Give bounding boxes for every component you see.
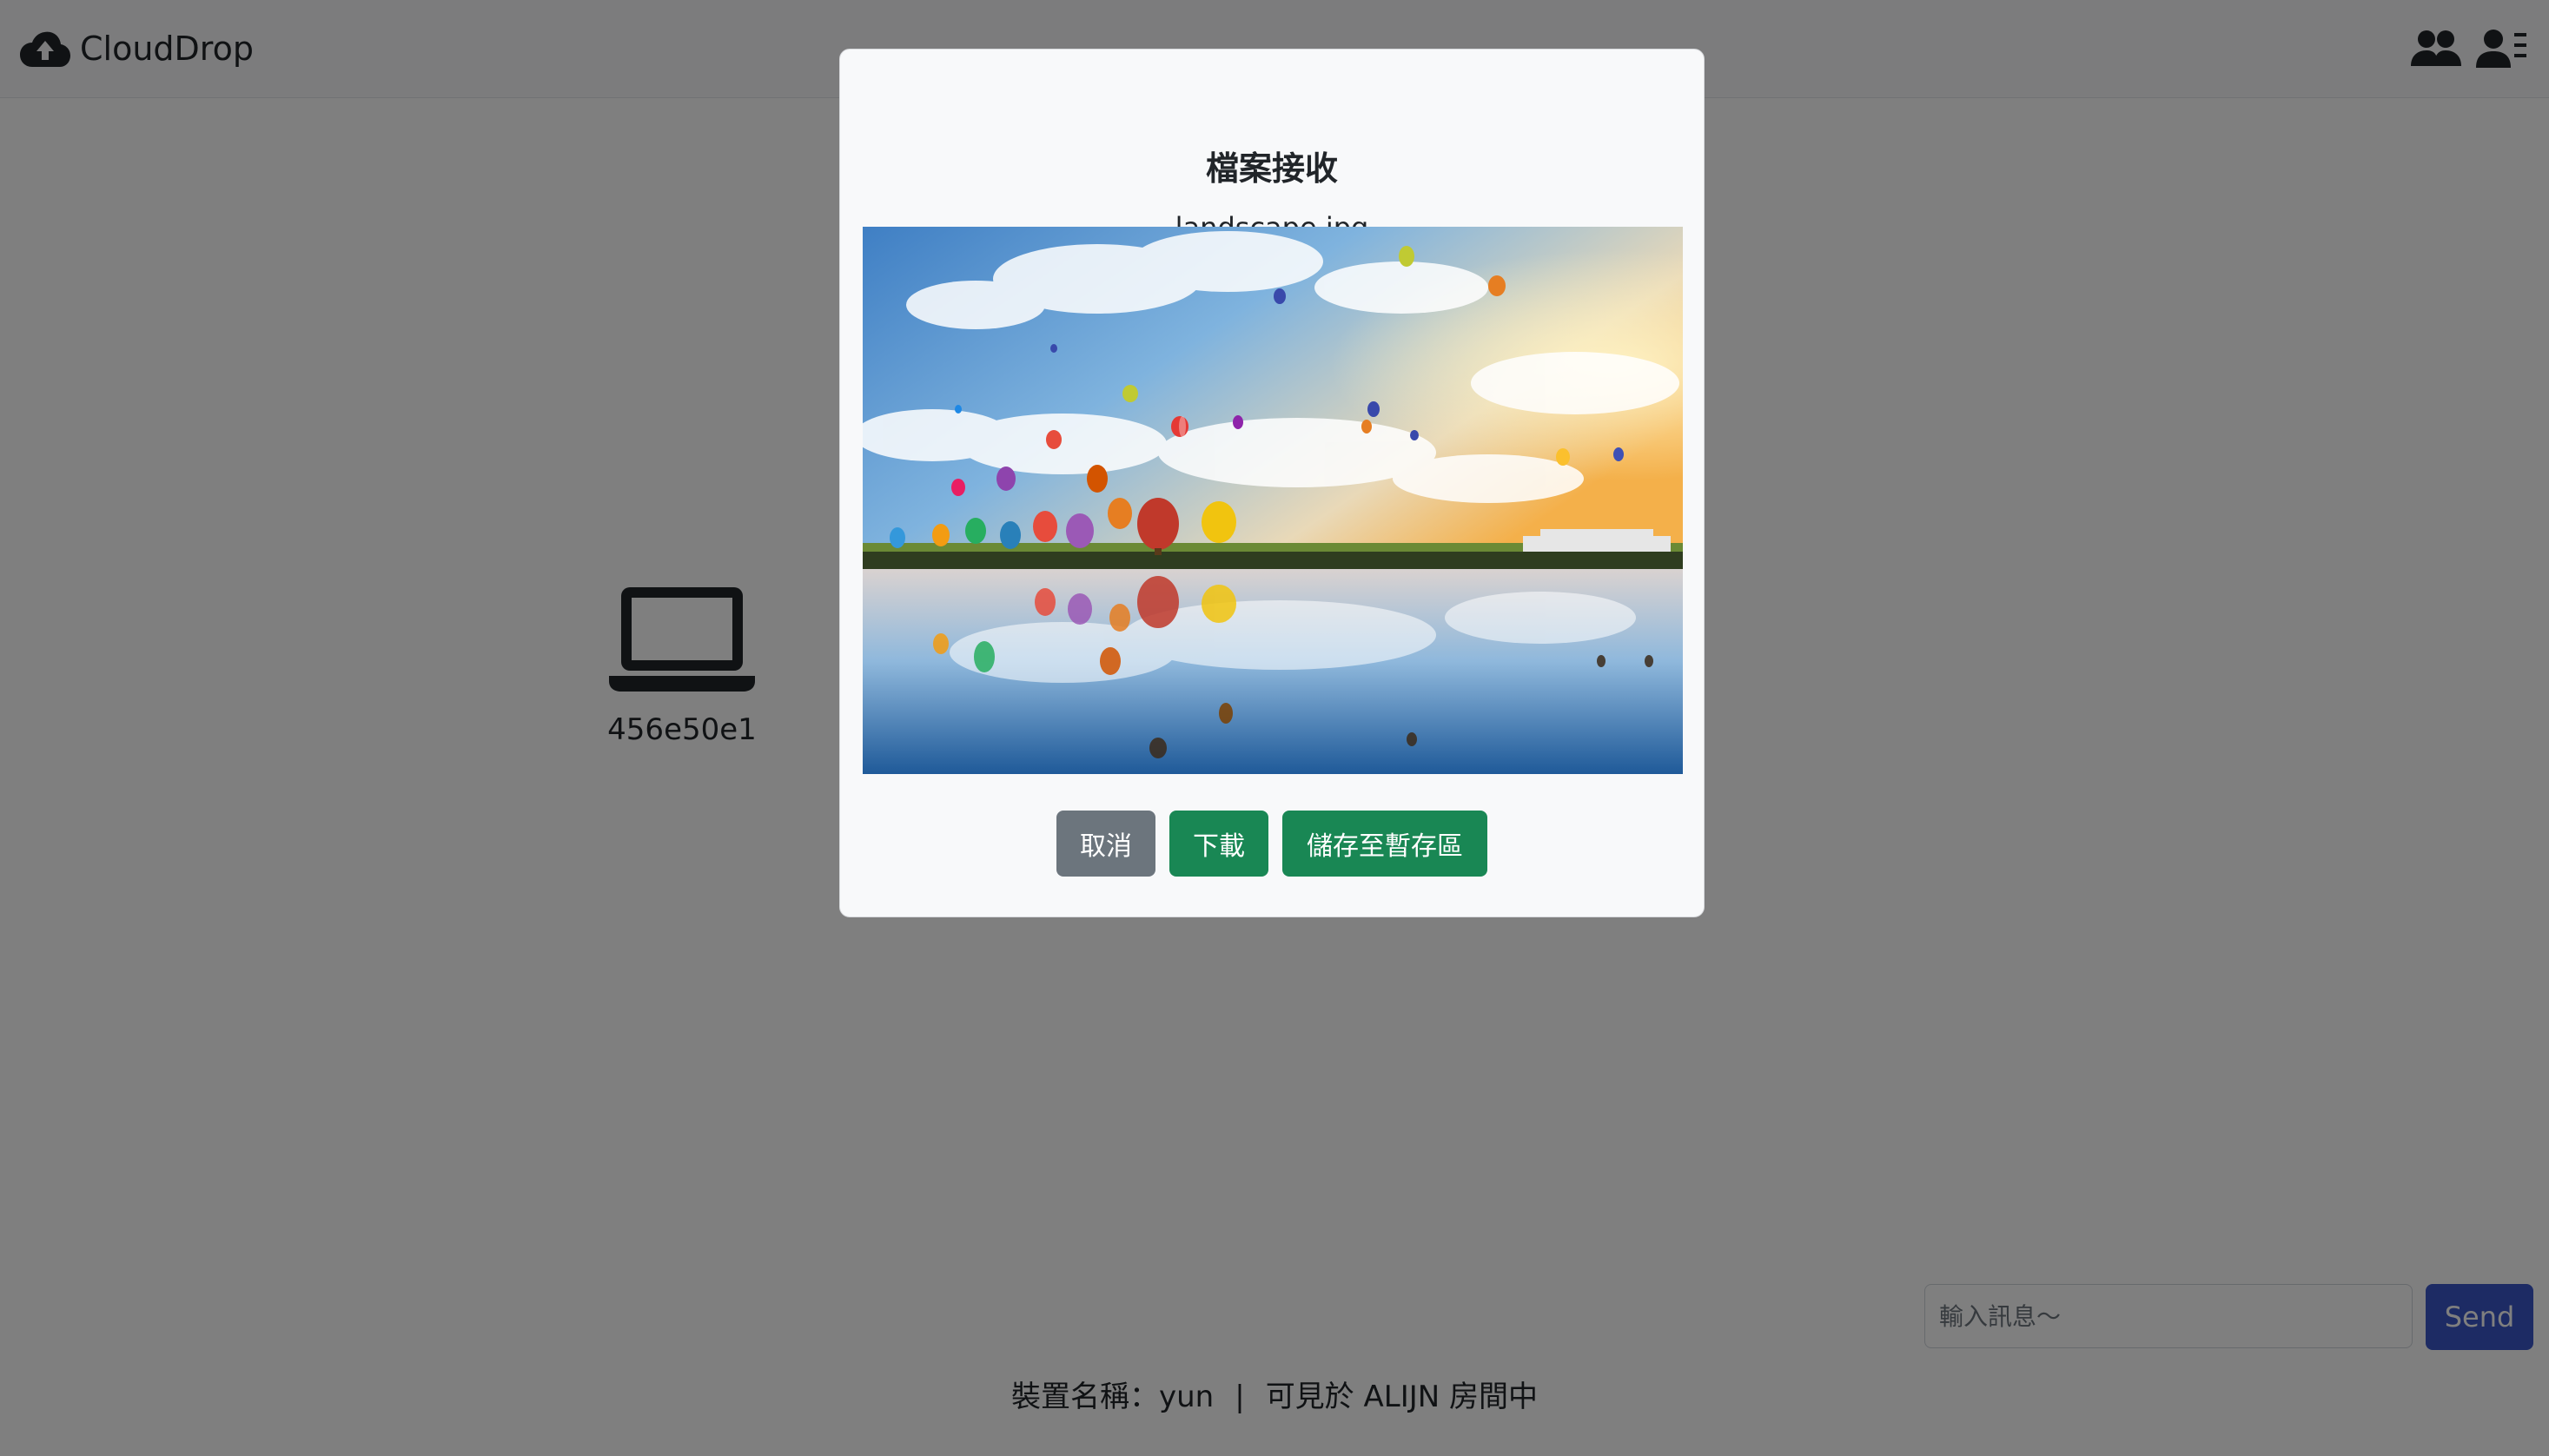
save-to-storage-button[interactable]: 儲存至暫存區 — [1282, 811, 1487, 877]
file-receive-modal: 檔案接收 landscape.jpg — [839, 49, 1705, 917]
cancel-button[interactable]: 取消 — [1056, 811, 1155, 877]
download-button[interactable]: 下載 — [1169, 811, 1268, 877]
image-preview — [863, 227, 1683, 774]
balloon-landscape-image — [863, 227, 1683, 774]
modal-title: 檔案接收 — [1205, 149, 1338, 188]
modal-actions: 取消 下載 儲存至暫存區 — [840, 811, 1704, 877]
page: CloudDrop — [0, 0, 2549, 1456]
